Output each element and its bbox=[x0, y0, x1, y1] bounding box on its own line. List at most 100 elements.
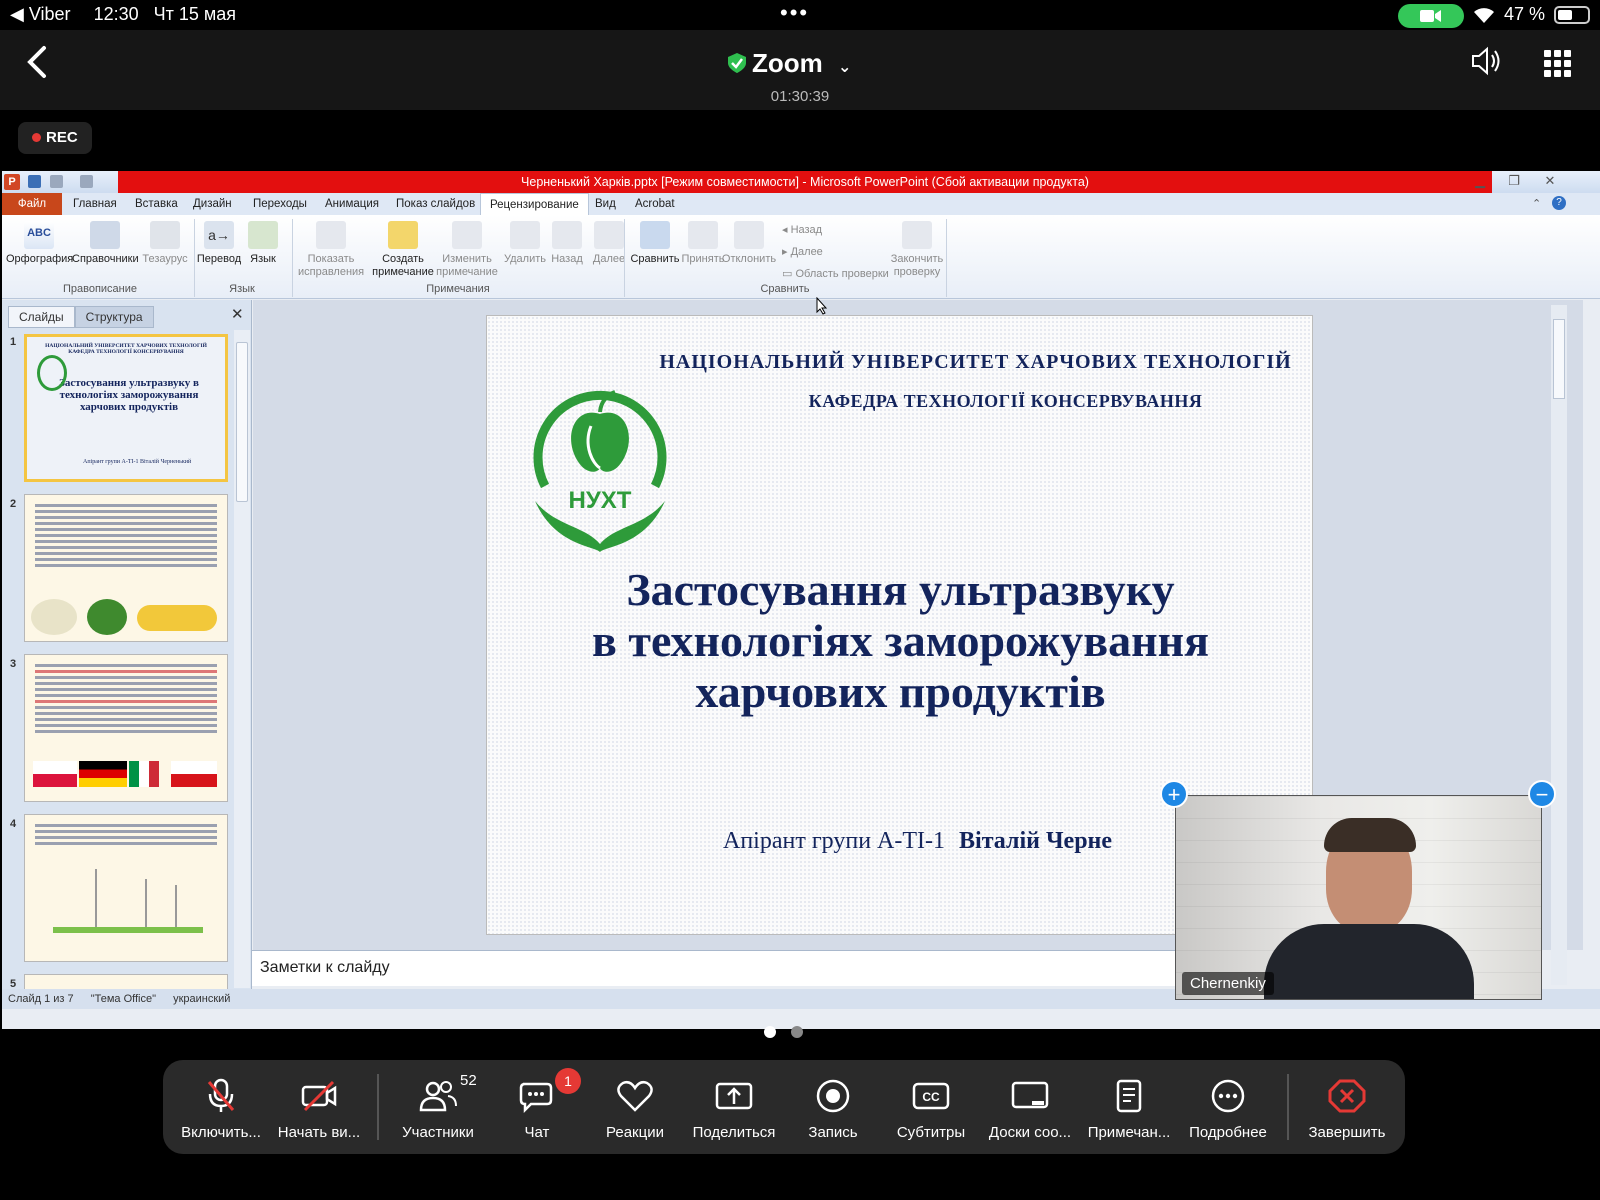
end-call-icon bbox=[1328, 1079, 1366, 1113]
speaker-icon[interactable] bbox=[1470, 46, 1502, 76]
thesaurus-icon bbox=[150, 221, 180, 249]
slide-thumbnail-3[interactable] bbox=[24, 654, 228, 802]
back-to-viber[interactable]: ◀ Viber bbox=[10, 4, 71, 24]
slide-title-line-2: в технологіях заморожування bbox=[592, 615, 1209, 666]
tab-view[interactable]: Вид bbox=[586, 193, 625, 215]
whiteboards-button[interactable]: Доски соо... bbox=[980, 1078, 1080, 1141]
tab-design[interactable]: Дизайн bbox=[184, 193, 241, 215]
video-camera-icon bbox=[1420, 10, 1441, 22]
create-note-button[interactable]: Создать примечание bbox=[370, 221, 436, 279]
end-meeting-button[interactable]: Завершить bbox=[1297, 1078, 1397, 1141]
more-button[interactable]: Подробнее bbox=[1178, 1078, 1278, 1141]
notes-pane[interactable]: Заметки к слайду bbox=[252, 950, 1182, 986]
thumb1-department: КАФЕДРА ТЕХНОЛОГІЇ КОНСЕРВУВАННЯ bbox=[68, 349, 184, 355]
heart-icon bbox=[617, 1080, 653, 1112]
captions-button[interactable]: CC Субтитры bbox=[881, 1078, 981, 1141]
thumb1-author: Апірант групи А-ТІ-1 Віталій Черненький bbox=[83, 459, 192, 465]
plus-icon[interactable]: + bbox=[1160, 780, 1188, 808]
accept-icon bbox=[688, 221, 718, 249]
close-window-icon[interactable]: ✕ bbox=[1536, 173, 1564, 191]
minus-icon[interactable]: − bbox=[1528, 780, 1556, 808]
slide-thumbnail-4[interactable] bbox=[24, 814, 228, 962]
slides-panel: Слайды Структура ✕ 1 НАЦІОНАЛЬНИЙ УНІВЕРС… bbox=[2, 300, 252, 990]
unmute-button[interactable]: Включить... bbox=[171, 1078, 271, 1141]
corn-image bbox=[137, 605, 217, 631]
chevron-left-icon[interactable] bbox=[22, 44, 52, 80]
page-dot-active bbox=[764, 1026, 776, 1038]
status-slide-count: Слайд 1 из 7 bbox=[8, 993, 74, 1005]
tab-slides[interactable]: Слайды bbox=[8, 306, 75, 328]
slide-thumbnail-5[interactable] bbox=[24, 974, 228, 990]
references-icon bbox=[90, 221, 120, 249]
reject-button[interactable]: Отклонить bbox=[716, 221, 782, 266]
meeting-title[interactable]: Zoom ⌄ bbox=[722, 48, 851, 79]
notes-icon bbox=[1116, 1079, 1142, 1113]
slide-thumbnail-1[interactable]: НАЦІОНАЛЬНИЙ УНІВЕРСИТЕТ ХАРЧОВИХ ТЕХНОЛ… bbox=[24, 334, 228, 482]
editor-scrollbar[interactable] bbox=[1551, 305, 1567, 985]
status-date: Чт 15 мая bbox=[153, 4, 237, 24]
battery-icon bbox=[1554, 6, 1590, 24]
record-icon bbox=[816, 1079, 850, 1113]
camera-indicator bbox=[1398, 4, 1464, 28]
battery-percent: 47 % bbox=[1504, 4, 1546, 24]
rec-dot-icon bbox=[32, 133, 41, 142]
tab-home[interactable]: Главная bbox=[64, 193, 126, 215]
status-language[interactable]: украинский bbox=[173, 993, 230, 1005]
next-change-button[interactable]: ▸ Далее bbox=[782, 245, 823, 258]
undo-icon[interactable] bbox=[50, 175, 63, 188]
diagram-line bbox=[145, 879, 147, 927]
reactions-button[interactable]: Реакции bbox=[585, 1078, 685, 1141]
tab-slideshow[interactable]: Показ слайдов bbox=[387, 193, 484, 215]
show-corrections-icon bbox=[316, 221, 346, 249]
tab-insert[interactable]: Вставка bbox=[126, 193, 187, 215]
edit-note-button[interactable]: Изменить примечание bbox=[434, 221, 500, 279]
person-shirt bbox=[1264, 924, 1474, 999]
help-icon[interactable]: ? bbox=[1552, 196, 1566, 210]
slide-university: НАЦІОНАЛЬНИЙ УНІВЕРСИТЕТ ХАРЧОВИХ ТЕХНОЛ… bbox=[659, 351, 1292, 373]
slide-title-line-1: Застосування ультразвуку bbox=[626, 564, 1175, 615]
restore-icon[interactable]: ❐ bbox=[1500, 173, 1528, 191]
review-ribbon: ABC Орфография Справочники Тезаурус Право… bbox=[2, 215, 1600, 299]
references-button[interactable]: Справочники bbox=[72, 221, 139, 266]
language-icon bbox=[248, 221, 278, 249]
slide-author: Апірант групи А-ТІ-1 Віталій Черне bbox=[723, 828, 1112, 855]
tab-animation[interactable]: Анимация bbox=[316, 193, 388, 215]
language-button[interactable]: Язык bbox=[230, 221, 296, 266]
ribbon-collapse-icon[interactable]: ⌃ bbox=[1532, 197, 1541, 210]
save-icon[interactable] bbox=[28, 175, 41, 188]
page-indicator[interactable] bbox=[764, 1025, 818, 1043]
review-pane-button[interactable]: ▭ Область проверки bbox=[782, 267, 889, 280]
edit-comment-icon bbox=[452, 221, 482, 249]
start-video-button[interactable]: Начать ви... bbox=[269, 1078, 369, 1141]
share-button[interactable]: Поделиться bbox=[684, 1078, 784, 1141]
slide-number: 2 bbox=[10, 498, 17, 510]
next-comment-icon bbox=[594, 221, 624, 249]
diagram-line bbox=[175, 885, 177, 927]
author-name: Віталій Черне bbox=[959, 828, 1113, 854]
record-button[interactable]: Запись bbox=[783, 1078, 883, 1141]
finish-review-button[interactable]: Закончить проверку bbox=[884, 221, 950, 279]
cauliflower-image bbox=[31, 599, 77, 635]
tab-outline[interactable]: Структура bbox=[74, 306, 154, 328]
notes-button[interactable]: Примечан... bbox=[1079, 1078, 1179, 1141]
tab-acrobat[interactable]: Acrobat bbox=[626, 193, 684, 215]
chat-badge: 1 bbox=[555, 1068, 581, 1094]
gallery-grid-icon[interactable] bbox=[1544, 50, 1572, 78]
chevron-down-icon[interactable]: ⌄ bbox=[838, 59, 851, 76]
tab-transitions[interactable]: Переходы bbox=[244, 193, 316, 215]
spelling-button[interactable]: ABC Орфография bbox=[6, 221, 73, 266]
slides-scrollbar[interactable] bbox=[234, 330, 250, 988]
tab-file[interactable]: Файл bbox=[2, 193, 62, 215]
redo-icon[interactable] bbox=[80, 175, 93, 188]
participant-video[interactable]: Chernenkiy bbox=[1175, 795, 1542, 1000]
slide-number: 3 bbox=[10, 658, 17, 670]
close-panel-icon[interactable]: ✕ bbox=[231, 305, 244, 323]
slide-thumbnail-2[interactable] bbox=[24, 494, 228, 642]
show-corrections-button[interactable]: Показать исправления bbox=[298, 221, 364, 279]
diagram-line bbox=[95, 869, 97, 927]
ribbon-separator bbox=[946, 219, 947, 297]
minimize-icon[interactable]: ▁ bbox=[1466, 173, 1494, 191]
prev-change-button[interactable]: ◂ Назад bbox=[782, 223, 822, 236]
multitask-dots-icon[interactable]: ••• bbox=[780, 0, 809, 26]
tab-review[interactable]: Рецензирование bbox=[480, 193, 589, 215]
